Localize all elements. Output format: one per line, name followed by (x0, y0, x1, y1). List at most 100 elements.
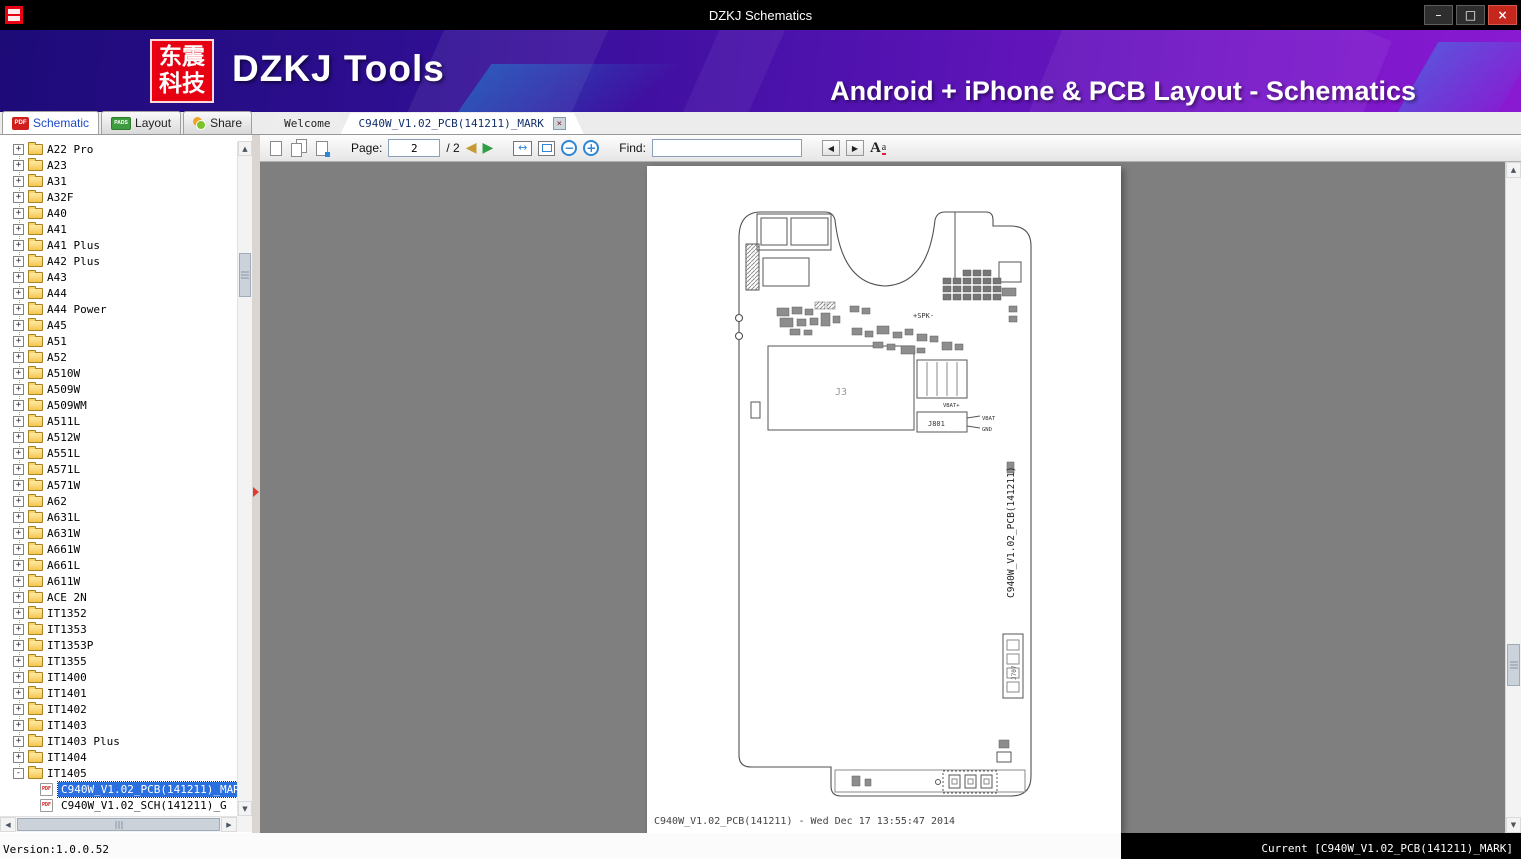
sidebar-splitter[interactable] (252, 135, 260, 833)
tree-file-item[interactable]: PDF C940W_V1.02_PCB(141211)_MARK (0, 780, 237, 798)
viewer-vertical-scrollbar[interactable]: ▲ ▼ (1505, 162, 1521, 833)
expander-icon[interactable]: + (13, 511, 24, 523)
page-number-input[interactable] (388, 139, 441, 157)
expander-icon[interactable]: + (13, 431, 24, 443)
tab-schematic[interactable]: PDF Schematic (2, 111, 100, 134)
expander-icon[interactable]: + (13, 287, 24, 299)
expander-icon[interactable]: + (13, 671, 24, 683)
tree-folder-item[interactable]: + A32F (0, 189, 237, 205)
sidebar-vertical-scrollbar[interactable]: ▲ ▼ (237, 141, 252, 816)
expander-icon[interactable]: + (13, 367, 24, 379)
tree-folder-item[interactable]: + IT1403 Plus (0, 733, 237, 749)
tab-welcome[interactable]: Welcome (266, 113, 348, 134)
tree-folder-item[interactable]: + A571L (0, 461, 237, 477)
scroll-up-icon[interactable]: ▲ (238, 141, 252, 156)
match-case-icon[interactable]: A a (870, 140, 887, 156)
tab-layout[interactable]: PADS Layout (101, 111, 182, 134)
tree-folder-item[interactable]: + IT1401 (0, 685, 237, 701)
tree-folder-item[interactable]: + A509WM (0, 397, 237, 413)
tree-folder-item[interactable]: + A44 (0, 285, 237, 301)
expander-icon[interactable]: + (13, 735, 24, 747)
tree-folder-item[interactable]: + IT1352 (0, 605, 237, 621)
tree-folder-item[interactable]: + IT1402 (0, 701, 237, 717)
tree-folder-item[interactable]: + A631L (0, 509, 237, 525)
expander-icon[interactable]: + (13, 271, 24, 283)
expander-icon[interactable]: + (13, 591, 24, 603)
tree-folder-item[interactable]: + A631W (0, 525, 237, 541)
expander-icon[interactable]: + (13, 575, 24, 587)
single-page-view-icon[interactable] (268, 139, 285, 158)
tree-folder-item[interactable]: + A41 Plus (0, 237, 237, 253)
tree-folder-item[interactable]: + A510W (0, 365, 237, 381)
close-button[interactable]: × (1488, 5, 1517, 25)
tree-folder-item[interactable]: + A62 (0, 493, 237, 509)
expander-icon[interactable]: + (13, 495, 24, 507)
expander-icon[interactable]: + (13, 623, 24, 635)
tree-folder-item[interactable]: + A43 (0, 269, 237, 285)
continuous-view-icon[interactable] (314, 139, 331, 158)
tab-share[interactable]: Share (183, 111, 253, 134)
expander-icon[interactable]: + (13, 351, 24, 363)
sidebar-hscrollbar-thumb[interactable] (17, 818, 220, 831)
tree-folder-item[interactable]: + A512W (0, 429, 237, 445)
find-previous-icon[interactable]: ◀ (821, 140, 840, 156)
expander-icon[interactable]: + (13, 303, 24, 315)
expander-icon[interactable]: + (13, 527, 24, 539)
maximize-button[interactable]: □ (1456, 5, 1485, 25)
expander-icon[interactable]: + (13, 639, 24, 651)
expander-icon[interactable]: + (13, 751, 24, 763)
tree-folder-item[interactable]: + A23 (0, 157, 237, 173)
expander-icon[interactable]: + (13, 191, 24, 203)
scroll-down-icon[interactable]: ▼ (1506, 817, 1521, 833)
expander-icon[interactable]: + (13, 207, 24, 219)
expander-icon[interactable]: + (13, 143, 24, 155)
sidebar-horizontal-scrollbar[interactable]: ◀ ▶ (0, 816, 237, 832)
expander-icon[interactable]: + (13, 703, 24, 715)
facing-page-view-icon[interactable] (291, 138, 308, 158)
expander-icon[interactable]: + (13, 687, 24, 699)
tree-folder-item[interactable]: + A511L (0, 413, 237, 429)
expander-icon[interactable]: + (13, 415, 24, 427)
pdf-viewer-canvas[interactable]: +SPK- J3 J801 VBAT+ VBAT GND J707 C940W_… (260, 162, 1505, 833)
sidebar-scrollbar-thumb[interactable] (239, 253, 251, 297)
expander-icon[interactable]: + (13, 543, 24, 555)
tree-folder-item[interactable]: + ACE 2N (0, 589, 237, 605)
expander-icon[interactable]: + (13, 223, 24, 235)
expander-icon[interactable]: + (13, 479, 24, 491)
collapse-sidebar-icon[interactable] (253, 487, 259, 497)
tab-document-c940w[interactable]: C940W_V1.02_PCB(141211)_MARK × (340, 113, 583, 134)
tree-folder-item[interactable]: + A45 (0, 317, 237, 333)
expander-icon[interactable]: + (13, 399, 24, 411)
tree-folder-item[interactable]: + A31 (0, 173, 237, 189)
scroll-down-icon[interactable]: ▼ (238, 801, 252, 816)
scroll-up-icon[interactable]: ▲ (1506, 162, 1521, 178)
scroll-left-icon[interactable]: ◀ (0, 817, 16, 832)
tree-folder-item[interactable]: + A41 (0, 221, 237, 237)
zoom-in-icon[interactable]: + (583, 140, 600, 156)
expander-icon[interactable]: + (13, 239, 24, 251)
tree-folder-item[interactable]: + A44 Power (0, 301, 237, 317)
expander-icon[interactable]: + (13, 383, 24, 395)
find-next-icon[interactable]: ▶ (845, 140, 864, 156)
previous-page-button[interactable]: ◀ (466, 141, 477, 155)
tree-folder-item[interactable]: + IT1400 (0, 669, 237, 685)
viewer-scrollbar-thumb[interactable] (1507, 644, 1520, 686)
expander-icon[interactable]: + (13, 607, 24, 619)
tree-folder-item[interactable]: + A661W (0, 541, 237, 557)
next-page-button[interactable]: ▶ (482, 141, 493, 155)
expander-icon[interactable]: + (13, 719, 24, 731)
expander-icon[interactable]: + (13, 175, 24, 187)
expander-icon[interactable]: + (13, 159, 24, 171)
expander-icon[interactable]: + (13, 463, 24, 475)
tree-folder-item[interactable]: + IT1403 (0, 717, 237, 733)
expander-icon[interactable]: + (13, 447, 24, 459)
tree-folder-item[interactable]: + IT1353 (0, 621, 237, 637)
tree-folder-item[interactable]: + A22 Pro (0, 141, 237, 157)
tree-folder-item[interactable]: + A40 (0, 205, 237, 221)
tree-folder-item[interactable]: + A51 (0, 333, 237, 349)
tree-folder-item[interactable]: + A571W (0, 477, 237, 493)
expander-icon[interactable]: + (13, 655, 24, 667)
tree-folder-item[interactable]: + IT1353P (0, 637, 237, 653)
expander-icon[interactable]: + (13, 319, 24, 331)
fit-page-icon[interactable] (538, 140, 556, 156)
